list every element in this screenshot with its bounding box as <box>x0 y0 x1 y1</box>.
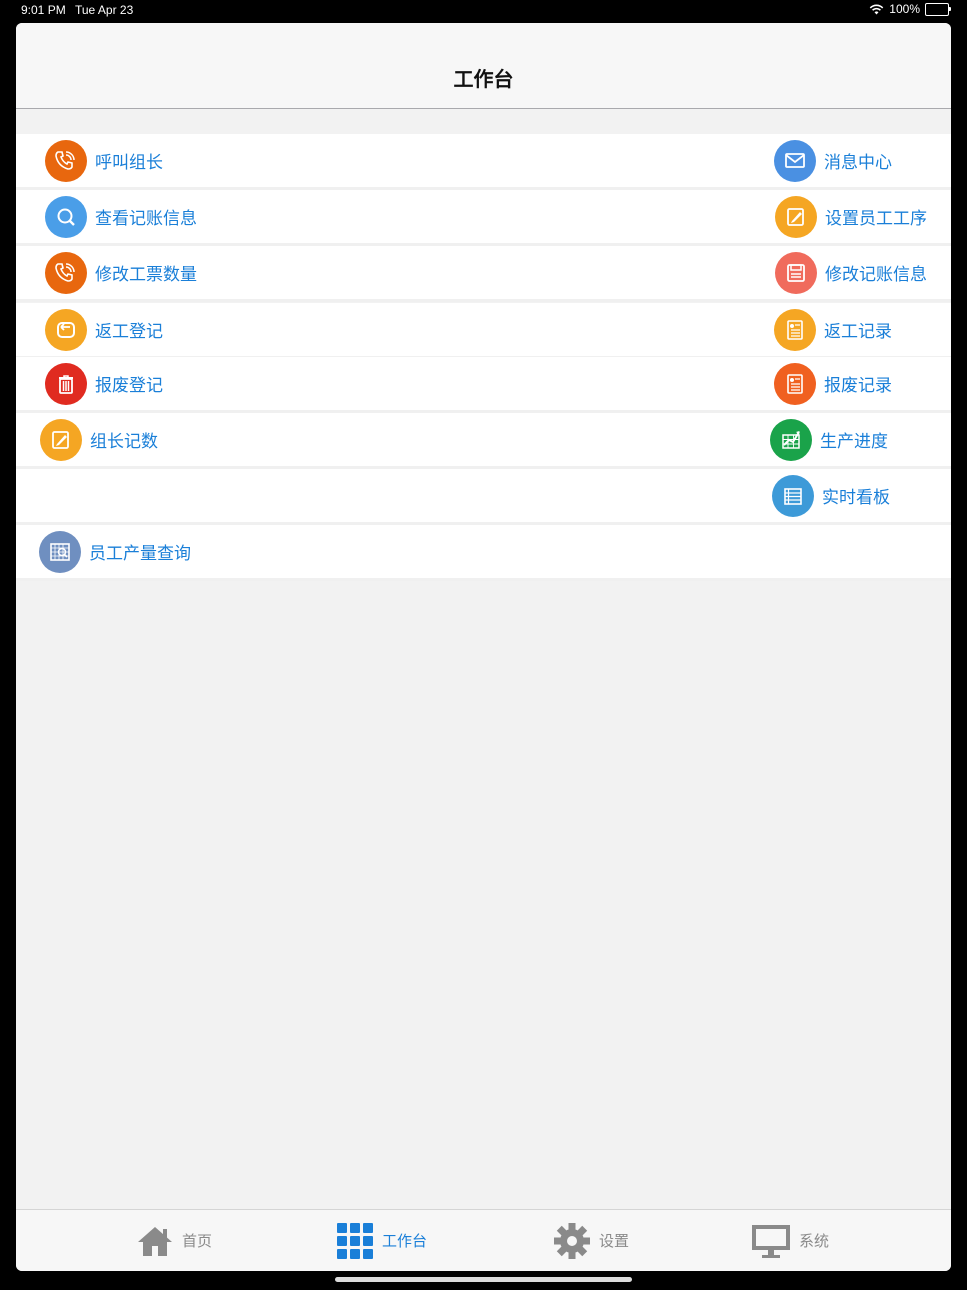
workbench-item-0-right[interactable]: 消息中心 <box>774 134 892 187</box>
list-row: 查看记账信息 设置员工工序 <box>16 190 951 246</box>
wifi-icon <box>870 4 884 14</box>
app-window: 工作台 呼叫组长 消息中心查看记账信息 设置员工工序修改工票数量 修改记账信息返工登记… <box>16 23 951 1271</box>
edit-icon <box>40 418 82 461</box>
tab-0[interactable]: 首页 <box>136 1210 212 1271</box>
tab-bar: 首页 工作台 设置 系统 <box>16 1209 951 1271</box>
search-icon <box>45 195 87 238</box>
gear-icon <box>553 1222 591 1260</box>
workbench-item-3-left[interactable]: 返工登记 <box>45 303 163 356</box>
workbench-item-label: 组长记数 <box>90 432 158 452</box>
page-title: 工作台 <box>453 67 514 91</box>
workbench-item-label: 实时看板 <box>822 488 890 508</box>
workbench-item-label: 查看记账信息 <box>95 209 197 229</box>
tab-label: 设置 <box>599 1232 630 1250</box>
workbench-item-label: 返工登记 <box>95 322 163 342</box>
status-right: 100% <box>869 2 951 16</box>
workbench-item-label: 修改工票数量 <box>95 265 197 285</box>
list-icon <box>772 474 814 517</box>
workbench-item-5-left[interactable]: 组长记数 <box>40 413 158 466</box>
workbench-item-label: 消息中心 <box>824 153 892 173</box>
list-row: 修改工票数量 修改记账信息 <box>16 246 951 302</box>
status-bar: 9:01 PM Tue Apr 23 100% <box>0 0 967 22</box>
workbench-item-2-left[interactable]: 修改工票数量 <box>45 246 197 299</box>
edit-icon <box>775 195 817 238</box>
monitor-icon <box>751 1223 791 1259</box>
trash-icon <box>45 362 87 405</box>
phone-icon <box>45 251 87 294</box>
document-icon <box>774 308 816 351</box>
save-icon <box>775 251 817 294</box>
workbench-item-2-right[interactable]: 修改记账信息 <box>775 246 927 299</box>
home-indicator <box>335 1277 632 1282</box>
list-row: 组长记数 生产进度 <box>16 413 951 469</box>
chart-icon <box>770 418 812 461</box>
list-row: 报废登记 报废记录 <box>16 357 951 413</box>
battery-percent: 100% <box>889 2 920 16</box>
home-icon <box>136 1224 174 1258</box>
workbench-item-label: 生产进度 <box>820 432 888 452</box>
workbench-item-label: 修改记账信息 <box>825 265 927 285</box>
tab-1[interactable]: 工作台 <box>336 1210 427 1271</box>
workbench-item-5-right[interactable]: 生产进度 <box>770 413 888 466</box>
battery-icon <box>925 2 951 16</box>
list-row: 实时看板 <box>16 469 951 525</box>
status-date: Tue Apr 23 <box>75 3 134 17</box>
tab-label: 系统 <box>799 1232 830 1250</box>
navigation-bar: 工作台 <box>16 23 951 109</box>
grid-icon <box>336 1222 374 1260</box>
workbench-item-1-right[interactable]: 设置员工工序 <box>775 190 927 243</box>
list-row: 呼叫组长 消息中心 <box>16 134 951 190</box>
workbench-item-label: 报废登记 <box>95 376 163 396</box>
workbench-item-0-left[interactable]: 呼叫组长 <box>45 134 163 187</box>
workbench-item-6-right[interactable]: 实时看板 <box>772 469 890 522</box>
workbench-item-label: 返工记录 <box>824 322 892 342</box>
workbench-item-3-right[interactable]: 返工记录 <box>774 303 892 356</box>
status-time: 9:01 PM <box>21 3 66 17</box>
workbench-item-label: 员工产量查询 <box>89 544 191 564</box>
report-icon <box>39 530 81 573</box>
mail-icon <box>774 139 816 182</box>
return-icon <box>45 308 87 351</box>
workbench-item-label: 设置员工工序 <box>825 209 927 229</box>
phone-icon <box>45 139 87 182</box>
workbench-item-4-left[interactable]: 报废登记 <box>45 357 163 410</box>
list-row: 员工产量查询 <box>16 525 951 581</box>
tab-label: 首页 <box>182 1232 213 1250</box>
workbench-item-label: 呼叫组长 <box>95 153 163 173</box>
tab-2[interactable]: 设置 <box>553 1210 629 1271</box>
workbench-item-1-left[interactable]: 查看记账信息 <box>45 190 197 243</box>
tab-3[interactable]: 系统 <box>751 1210 829 1271</box>
workbench-item-4-right[interactable]: 报废记录 <box>774 357 892 410</box>
document-icon <box>774 362 816 405</box>
tab-label: 工作台 <box>382 1232 428 1250</box>
list-row: 返工登记 返工记录 <box>16 303 951 359</box>
workbench-item-label: 报废记录 <box>824 376 892 396</box>
workbench-item-7-left[interactable]: 员工产量查询 <box>39 525 191 578</box>
